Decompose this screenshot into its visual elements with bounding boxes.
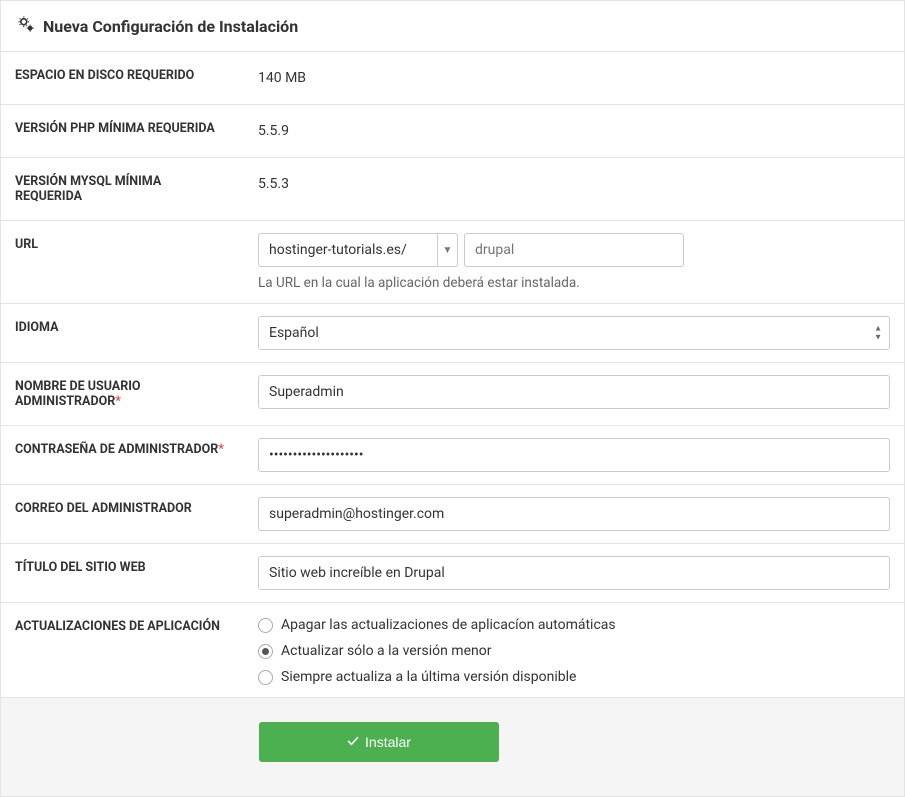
- app-updates-label: ACTUALIZACIONES DE APLICACIÓN: [1, 603, 244, 698]
- required-star-icon: *: [115, 394, 121, 409]
- php-version-value: 5.5.9: [258, 117, 289, 145]
- panel-header: Nueva Configuración de Instalación: [1, 1, 904, 52]
- updates-option-off-label: Apagar las actualizaciones de aplicacíon…: [281, 617, 616, 633]
- radio-icon: [258, 670, 273, 685]
- website-title-label: TÍTULO DEL SITIO WEB: [1, 544, 244, 603]
- url-label: URL: [1, 221, 244, 304]
- install-button[interactable]: Instalar: [259, 722, 499, 762]
- row-mysql-version: VERSIÓN MYSQL MÍNIMA REQUERIDA 5.5.3: [1, 158, 904, 221]
- radio-icon: [258, 644, 273, 659]
- row-admin-password: CONTRASEÑA DE ADMINISTRADOR*: [1, 426, 904, 485]
- language-select[interactable]: Español ▲▼: [258, 316, 890, 350]
- config-table: ESPACIO EN DISCO REQUERIDO 140 MB VERSIÓ…: [1, 52, 904, 698]
- sort-caret-icon: ▲▼: [874, 325, 882, 342]
- updates-option-latest[interactable]: Siempre actualiza a la última versión di…: [258, 669, 890, 685]
- language-label: IDIOMA: [1, 304, 244, 363]
- admin-username-input[interactable]: [258, 375, 890, 409]
- php-version-label: VERSIÓN PHP MÍNIMA REQUERIDA: [1, 105, 244, 158]
- gears-icon: [17, 15, 35, 37]
- updates-option-minor-label: Actualizar sólo a la versión menor: [281, 643, 491, 659]
- updates-option-latest-label: Siempre actualiza a la última versión di…: [281, 669, 576, 685]
- row-admin-username: NOMBRE DE USUARIO ADMINISTRADOR*: [1, 363, 904, 426]
- row-language: IDIOMA Español ▲▼: [1, 304, 904, 363]
- admin-password-label: CONTRASEÑA DE ADMINISTRADOR*: [1, 426, 244, 485]
- required-star-icon: *: [218, 442, 224, 457]
- caret-down-icon: ▼: [437, 234, 457, 266]
- url-input-group: hostinger-tutorials.es/ ▼: [258, 233, 890, 267]
- row-php-version: VERSIÓN PHP MÍNIMA REQUERIDA 5.5.9: [1, 105, 904, 158]
- url-domain-value: hostinger-tutorials.es/: [269, 242, 407, 258]
- row-admin-email: CORREO DEL ADMINISTRADOR: [1, 485, 904, 544]
- check-icon: [347, 734, 359, 750]
- admin-username-label: NOMBRE DE USUARIO ADMINISTRADOR*: [1, 363, 244, 426]
- url-path-input[interactable]: [464, 233, 684, 267]
- admin-email-input[interactable]: [258, 497, 890, 531]
- url-hint-text: La URL en la cual la aplicación deberá e…: [258, 275, 890, 291]
- row-url: URL hostinger-tutorials.es/ ▼ La URL en …: [1, 221, 904, 304]
- admin-email-label: CORREO DEL ADMINISTRADOR: [1, 485, 244, 544]
- website-title-input[interactable]: [258, 556, 890, 590]
- admin-password-input[interactable]: [258, 438, 890, 472]
- updates-option-minor[interactable]: Actualizar sólo a la versión menor: [258, 643, 890, 659]
- language-selected-value: Español: [258, 316, 890, 350]
- install-button-label: Instalar: [365, 734, 411, 750]
- disk-space-label: ESPACIO EN DISCO REQUERIDO: [1, 52, 244, 105]
- install-config-panel: Nueva Configuración de Instalación ESPAC…: [0, 0, 905, 797]
- radio-icon: [258, 618, 273, 633]
- row-website-title: TÍTULO DEL SITIO WEB: [1, 544, 904, 603]
- updates-radio-group: Apagar las actualizaciones de aplicacíon…: [258, 615, 890, 685]
- disk-space-value: 140 MB: [258, 64, 306, 92]
- updates-option-off[interactable]: Apagar las actualizaciones de aplicacíon…: [258, 617, 890, 633]
- mysql-version-value: 5.5.3: [258, 170, 289, 198]
- panel-title: Nueva Configuración de Instalación: [43, 17, 298, 36]
- row-app-updates: ACTUALIZACIONES DE APLICACIÓN Apagar las…: [1, 603, 904, 698]
- panel-footer: Instalar: [1, 698, 904, 796]
- row-disk-space: ESPACIO EN DISCO REQUERIDO 140 MB: [1, 52, 904, 105]
- url-domain-select[interactable]: hostinger-tutorials.es/ ▼: [258, 233, 458, 267]
- mysql-version-label: VERSIÓN MYSQL MÍNIMA REQUERIDA: [1, 158, 244, 221]
